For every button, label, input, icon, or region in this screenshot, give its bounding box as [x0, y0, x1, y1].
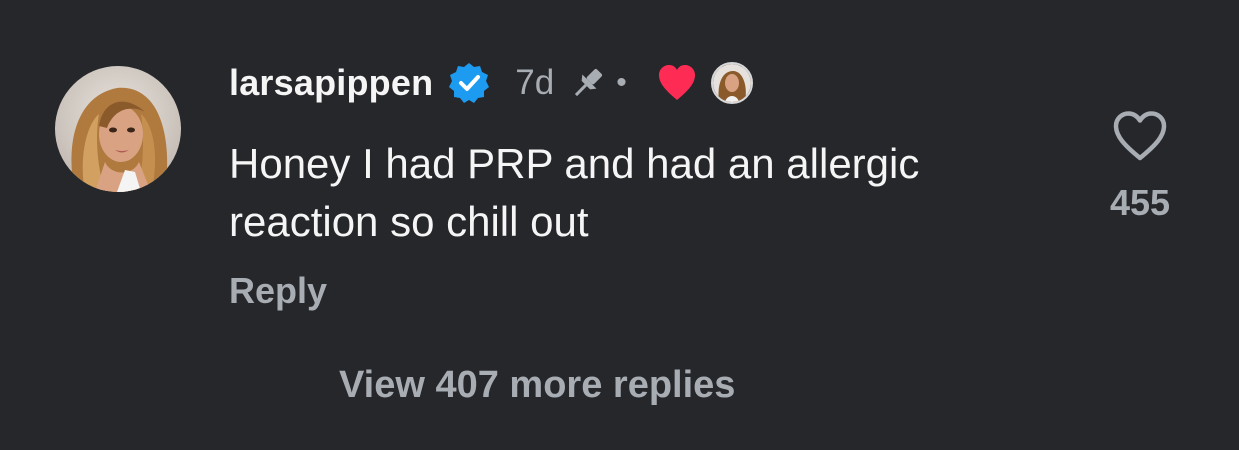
- separator-dot: •: [616, 66, 627, 99]
- view-more-replies-button[interactable]: View 407 more replies: [339, 364, 735, 407]
- reply-button[interactable]: Reply: [229, 270, 327, 312]
- username[interactable]: larsapippen: [229, 62, 433, 104]
- comment-timestamp: 7d: [515, 63, 555, 102]
- comment-text: Honey I had PRP and had an allergic reac…: [229, 140, 920, 245]
- commenter-avatar[interactable]: [55, 66, 181, 192]
- comment-header: larsapippen 7d •: [229, 58, 753, 108]
- pin-icon: [568, 63, 608, 103]
- heart-outline-icon[interactable]: [1112, 110, 1168, 162]
- heart-filled-icon: [657, 64, 697, 102]
- creator-avatar: [710, 62, 753, 104]
- verified-badge-icon: [447, 61, 491, 105]
- like-count: 455: [1109, 182, 1171, 223]
